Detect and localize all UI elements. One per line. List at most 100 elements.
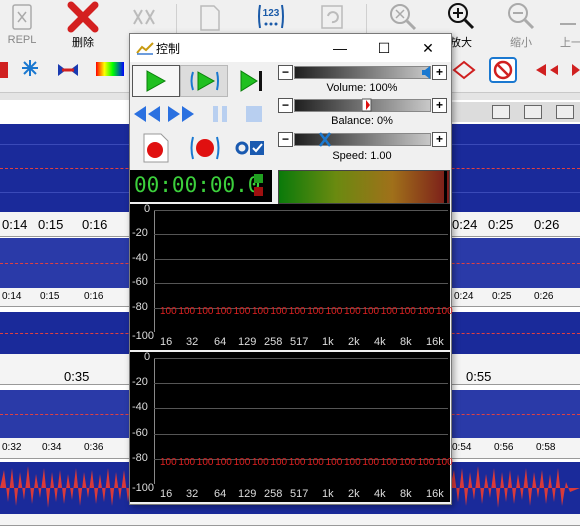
- spectrum-freq-label: 258: [264, 336, 283, 348]
- control-dialog: 控制 — ☐ ✕ − + Volume: 100% − + Balance: 0…: [129, 33, 453, 505]
- spectrum-band-value: 100: [270, 305, 288, 317]
- fast-forward-icon[interactable]: [166, 104, 196, 124]
- delete-icon: [67, 1, 99, 33]
- volume-decrease-button[interactable]: −: [278, 65, 293, 80]
- spectrum-band-value: 100: [215, 456, 232, 468]
- speed-increase-button[interactable]: +: [432, 132, 447, 147]
- spectrum-y-label: 0: [144, 203, 151, 215]
- record-options-button[interactable]: [228, 132, 276, 164]
- spectrum-freq-label: 4k: [374, 488, 386, 500]
- spectrum-y-label: -20: [132, 376, 148, 389]
- ruler-label: 0:26: [534, 291, 554, 302]
- balance-slider[interactable]: − +: [278, 98, 447, 113]
- zoom-out-icon: [508, 3, 535, 30]
- record-new-icon: [143, 133, 169, 163]
- status-led-green: [254, 174, 263, 183]
- pause-icon[interactable]: [210, 104, 230, 124]
- spectrum-freq-label: 8k: [400, 488, 412, 500]
- spectrum-band-value: 100: [344, 305, 361, 317]
- ruler-label: 0:24: [454, 291, 474, 302]
- level-meter: [278, 170, 450, 204]
- spectrum-freq-label: 129: [238, 336, 257, 348]
- spectrum-freq-label: 32: [186, 488, 199, 500]
- dialog-minimize-button[interactable]: —: [318, 34, 362, 62]
- spectrum-y-label: -40: [132, 401, 148, 414]
- volume-track[interactable]: [294, 66, 431, 79]
- ruler-label: 0:56: [494, 442, 514, 453]
- ruler-label: 0:35: [64, 369, 90, 384]
- ruler-label: 0:25: [488, 217, 514, 232]
- play-loop-icon: [190, 71, 219, 91]
- spectrum-freq-label: 129: [238, 488, 257, 500]
- spectrum-band-value: 100: [270, 456, 288, 468]
- spectrum-band-value: 100: [417, 305, 435, 317]
- inner-close-button[interactable]: [556, 105, 574, 119]
- inner-minimize-button[interactable]: [492, 105, 510, 119]
- time-value: 00:00:00.0: [134, 173, 261, 197]
- spectrum-y-axis: [154, 210, 155, 332]
- level-marker: [444, 171, 447, 203]
- inner-maximize-button[interactable]: [524, 105, 542, 119]
- ruler-label: 0:32: [2, 442, 22, 453]
- balance-increase-button[interactable]: +: [432, 98, 447, 113]
- spectrum-y-label: -100: [132, 330, 155, 342]
- inner-window-caption: [450, 102, 580, 122]
- balance-decrease-button[interactable]: −: [278, 98, 293, 113]
- record-loop-button[interactable]: [180, 132, 228, 164]
- spectrum-band-value: 100: [344, 456, 361, 468]
- spectrum-freq-label: 64: [214, 336, 227, 348]
- volume-slider[interactable]: − +: [278, 65, 447, 80]
- spectrum-band-value: 100: [160, 305, 177, 317]
- previous-button[interactable]: 上一: [554, 0, 580, 50]
- spectrum-gridline: [154, 383, 448, 385]
- spectrum-freq-label: 517: [290, 336, 309, 348]
- delete-button[interactable]: 删除: [60, 0, 106, 50]
- spectrum-y-label: -80: [132, 300, 148, 313]
- speed-thumb-icon[interactable]: [319, 132, 331, 147]
- play-to-end-button[interactable]: [228, 65, 276, 97]
- previous-label: 上一: [560, 37, 580, 49]
- speed-decrease-button[interactable]: −: [278, 132, 293, 147]
- spectrum-gridline: [154, 358, 448, 359]
- rewind-icon[interactable]: [132, 104, 162, 124]
- play-button[interactable]: [132, 65, 180, 97]
- counter-icon: 123: [258, 4, 284, 29]
- speed-track[interactable]: [294, 133, 431, 146]
- play-loop-button[interactable]: [180, 65, 228, 97]
- spectrum-band-value: 100: [307, 456, 324, 468]
- spectrum-band-value: 100: [436, 456, 453, 468]
- ruler-label: 0:14: [2, 217, 28, 232]
- delete-label: 删除: [72, 37, 94, 49]
- balance-thumb-icon[interactable]: [361, 98, 372, 113]
- page-icon: [200, 5, 220, 31]
- spectrum-freq-label: 2k: [348, 336, 360, 348]
- zoom-out-button[interactable]: 缩小: [500, 0, 542, 50]
- spectrum-freq-label: 258: [264, 488, 283, 500]
- undo-icon: [321, 5, 343, 29]
- zoom-out-label: 缩小: [510, 37, 532, 49]
- spectrum-freq-label: 2k: [348, 488, 360, 500]
- control-icon: [136, 42, 154, 55]
- ruler-label: 0:14: [2, 291, 22, 302]
- play-icon: [146, 70, 167, 92]
- repl-button[interactable]: REPL: [0, 0, 44, 50]
- spectrum-band-value: 100: [380, 456, 398, 468]
- spectrum-band-value: 100: [417, 456, 435, 468]
- spectrum-freq-label: 32: [186, 336, 199, 348]
- effects-icons: [0, 60, 124, 78]
- repl-icon: [12, 4, 32, 30]
- spectrum-band-value: 100: [233, 456, 251, 468]
- play-to-end-icon: [240, 70, 262, 92]
- dialog-close-button[interactable]: ✕: [406, 34, 450, 62]
- spectrum-analyzer-1: 0 -20 -40 -60 -80 -100 100 100 100 100 100 100 100 10…: [130, 203, 453, 350]
- spectrum-band-value: 100: [233, 305, 251, 317]
- volume-increase-button[interactable]: +: [432, 65, 447, 80]
- record-new-button[interactable]: [132, 132, 180, 164]
- speed-slider[interactable]: − +: [278, 132, 447, 147]
- ruler-label: 0:54: [452, 442, 472, 453]
- zoom-x-icon: [390, 4, 417, 31]
- stop-icon[interactable]: [244, 104, 264, 124]
- dialog-titlebar[interactable]: 控制 — ☐ ✕: [130, 34, 451, 62]
- ruler-label: 0:25: [492, 291, 512, 302]
- dialog-maximize-button[interactable]: ☐: [362, 34, 406, 62]
